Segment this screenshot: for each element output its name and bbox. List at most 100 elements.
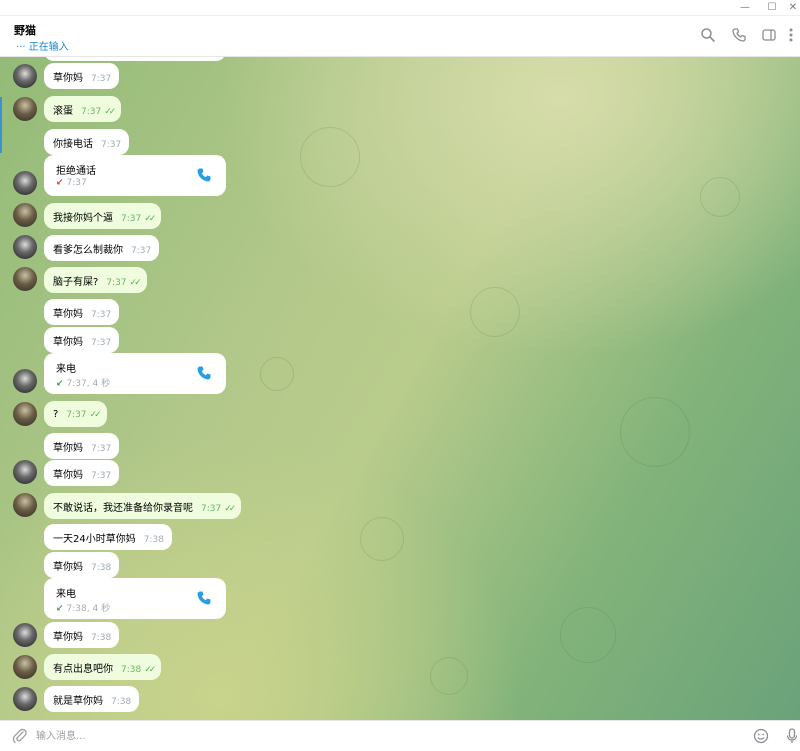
wallpaper-doodle — [300, 127, 360, 187]
message-text: 草你妈 — [53, 562, 83, 573]
read-check-icon: ✓✓ — [89, 410, 102, 420]
read-check-icon: ✓✓ — [144, 214, 156, 224]
message-text: ? — [53, 409, 59, 420]
contact-avatar[interactable] — [13, 171, 37, 195]
message-text: 不敢说话，我还准备给你录音呢 — [53, 503, 193, 514]
message-bubble-incoming[interactable]: 草你妈 7:37 — [44, 433, 120, 459]
message-list[interactable]: 草你妈 7:37 滚蛋 7:37 ✓✓ 你接电话 7:37 拒绝通话 ↙ 7:37 我接你… — [0, 57, 800, 720]
contact-avatar[interactable] — [13, 623, 37, 647]
my-avatar[interactable] — [13, 493, 37, 517]
contact-avatar[interactable] — [13, 235, 37, 259]
call-details: ↙ 7:37 — [56, 178, 87, 188]
contact-avatar[interactable] — [13, 369, 37, 393]
message-text: 脑子有屎? — [53, 277, 99, 288]
search-icon[interactable] — [700, 27, 718, 45]
close-button[interactable]: ✕ — [778, 0, 800, 16]
message-bubble-outgoing[interactable]: 滚蛋 7:37 ✓✓ — [44, 96, 122, 122]
message-time: 7:37 — [91, 338, 112, 348]
wallpaper-doodle — [430, 657, 468, 695]
message-bubble-incoming[interactable]: 草你妈 7:38 — [44, 552, 120, 578]
message-bubble-incoming[interactable]: 草你妈 7:37 — [44, 299, 120, 325]
phone-icon[interactable] — [731, 27, 749, 45]
contact-avatar[interactable] — [13, 460, 37, 484]
more-icon[interactable] — [786, 27, 800, 45]
wallpaper-doodle — [560, 607, 616, 663]
message-bubble-outgoing[interactable]: 我接你妈个逼 7:37 ✓✓ — [44, 203, 162, 229]
message-bubble-outgoing[interactable]: ? 7:37 ✓✓ — [44, 401, 107, 427]
missed-call-arrow-icon: ↙ — [56, 178, 64, 188]
call-title: 拒绝通话 — [56, 166, 96, 177]
message-bubble-outgoing[interactable]: 不敢说话，我还准备给你录音呢 7:37 ✓✓ — [44, 493, 242, 519]
call-title: 来电 — [56, 589, 76, 600]
message-time: 7:37 — [91, 310, 112, 320]
my-avatar[interactable] — [13, 267, 37, 291]
contact-avatar[interactable] — [13, 687, 37, 711]
message-text: 滚蛋 — [53, 106, 73, 117]
wallpaper-doodle — [360, 517, 404, 561]
read-check-icon: ✓✓ — [129, 278, 142, 288]
contact-avatar[interactable] — [13, 64, 37, 88]
message-bubble-incoming[interactable]: 看爹怎么制裁你 7:37 — [44, 235, 160, 261]
message-text: 草你妈 — [53, 632, 83, 643]
message-time: 7:37 — [121, 214, 142, 224]
read-check-icon: ✓✓ — [224, 504, 236, 514]
message-bubble-incoming[interactable]: 草你妈 7:37 — [44, 63, 120, 89]
message-text: 草你妈 — [53, 443, 83, 454]
message-bubble-incoming[interactable]: 草你妈 7:38 — [44, 622, 120, 648]
message-bubble-outgoing[interactable]: 脑子有屎? 7:37 ✓✓ — [44, 267, 147, 293]
typing-status: ··· 正在输入 — [16, 38, 69, 53]
read-check-icon: ✓✓ — [104, 107, 116, 117]
message-time: 7:38 — [91, 633, 112, 643]
incoming-call-arrow-icon: ↙ — [56, 604, 64, 614]
message-text: 你接电话 — [53, 139, 93, 150]
message-text: 草你妈 — [53, 309, 83, 320]
message-text: 草你妈 — [53, 73, 83, 84]
call-incoming-bubble[interactable]: 来电 ↙ 7:37, 4 秒 — [44, 353, 226, 394]
message-text: 我接你妈个逼 — [53, 213, 113, 224]
chat-header[interactable]: 野猫 ··· 正在输入 — [0, 16, 800, 57]
message-text: 草你妈 — [53, 470, 83, 481]
message-time: 7:37 — [66, 410, 87, 420]
message-time: 7:37 — [201, 504, 222, 514]
call-declined-bubble[interactable]: 拒绝通话 ↙ 7:37 — [44, 155, 226, 196]
my-avatar[interactable] — [13, 97, 37, 121]
message-bubble-incoming[interactable]: 草你妈 7:37 — [44, 327, 120, 353]
message-time: 7:38 — [91, 563, 112, 573]
message-bubble-incoming[interactable]: 草你妈 7:37 — [44, 460, 120, 486]
message-bubble-incoming[interactable]: 一天24小时草你妈 7:38 — [44, 524, 172, 550]
my-avatar[interactable] — [13, 203, 37, 227]
typing-dots: ··· — [16, 42, 26, 53]
attach-icon[interactable] — [12, 728, 28, 744]
message-input[interactable] — [36, 726, 716, 746]
message-bubble-clipped[interactable] — [44, 57, 226, 61]
minimize-button[interactable]: — — [730, 0, 760, 16]
my-avatar[interactable] — [13, 402, 37, 426]
message-text: 有点出息吧你 — [53, 664, 113, 675]
call-back-phone-icon[interactable] — [196, 365, 212, 381]
wallpaper-doodle — [700, 177, 740, 217]
call-incoming-bubble[interactable]: 来电 ↙ 7:38, 4 秒 — [44, 578, 226, 619]
my-avatar[interactable] — [13, 655, 37, 679]
message-bubble-incoming[interactable]: 就是草你妈 7:38 — [44, 686, 140, 712]
call-back-phone-icon[interactable] — [196, 167, 212, 183]
call-title: 来电 — [56, 364, 76, 375]
chat-title[interactable]: 野猫 — [14, 22, 36, 38]
message-text: 看爹怎么制裁你 — [53, 245, 123, 256]
message-bubble-outgoing[interactable]: 有点出息吧你 7:38 ✓✓ — [44, 654, 162, 680]
typing-status-text: 正在输入 — [28, 42, 69, 53]
message-text: 就是草你妈 — [53, 696, 103, 707]
message-time: 7:38 — [111, 697, 132, 707]
message-time: 7:37 — [91, 444, 112, 454]
message-time: 7:37 — [91, 74, 112, 84]
call-details: ↙ 7:38, 4 秒 — [56, 601, 110, 614]
message-time: 7:37 — [101, 140, 122, 150]
message-time: 7:37 — [81, 107, 102, 117]
call-back-phone-icon[interactable] — [196, 590, 212, 606]
call-time: 7:38, 4 秒 — [66, 604, 111, 614]
emoji-icon[interactable] — [753, 728, 769, 744]
read-check-icon: ✓✓ — [144, 665, 156, 675]
call-details: ↙ 7:37, 4 秒 — [56, 376, 110, 389]
message-bubble-incoming[interactable]: 你接电话 7:37 — [44, 129, 130, 155]
microphone-icon[interactable] — [786, 728, 800, 744]
sidebar-toggle-icon[interactable] — [761, 27, 779, 45]
